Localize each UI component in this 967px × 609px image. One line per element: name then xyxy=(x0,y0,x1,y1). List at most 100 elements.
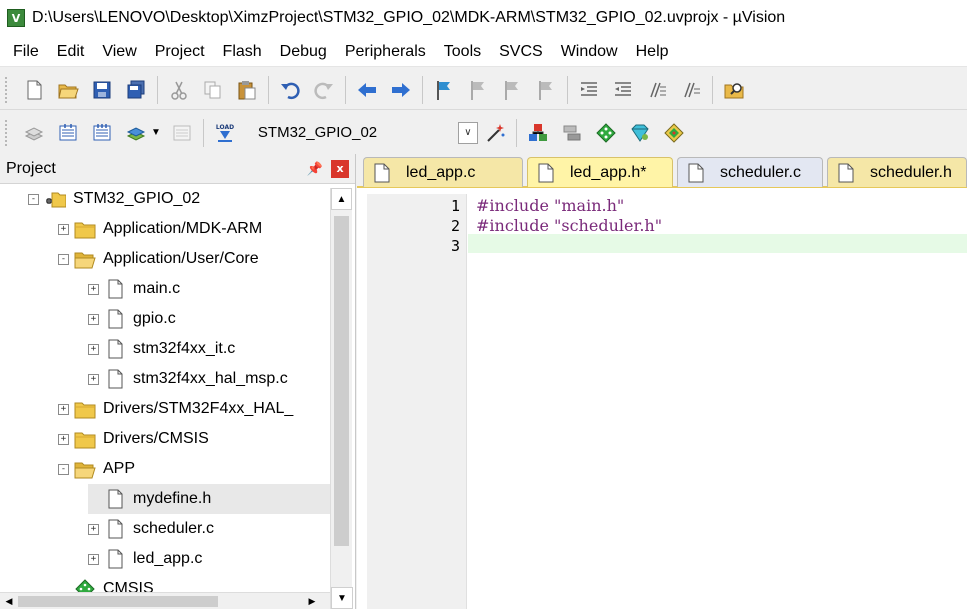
tree-item[interactable]: + stm32f4xx_hal_msp.c xyxy=(88,364,330,394)
close-panel-icon[interactable]: x xyxy=(331,159,349,178)
bookmark-next-icon xyxy=(505,80,518,100)
batch-build-dropdown-arrow[interactable]: ▼ xyxy=(151,127,161,138)
download-button[interactable]: LOAD xyxy=(210,118,240,148)
comment-button[interactable] xyxy=(642,75,672,105)
build-button[interactable] xyxy=(53,118,83,148)
code-line[interactable]: #include "main.h" xyxy=(476,196,624,216)
menu-tools[interactable]: Tools xyxy=(435,36,490,67)
menu-peripherals[interactable]: Peripherals xyxy=(336,36,435,67)
toolbar-grip[interactable] xyxy=(5,119,11,146)
tree-item[interactable]: + Drivers/CMSIS xyxy=(58,424,330,454)
previous-bookmark-button[interactable] xyxy=(463,75,493,105)
project-tree-vertical-scrollbar[interactable]: ▲ ▼ xyxy=(330,188,353,609)
collapse-icon[interactable]: - xyxy=(58,463,69,475)
menu-project[interactable]: Project xyxy=(146,36,214,67)
menu-window[interactable]: Window xyxy=(552,36,627,67)
target-project-icon xyxy=(46,192,66,208)
menu-file[interactable]: File xyxy=(4,36,48,67)
collapse-icon[interactable]: - xyxy=(58,253,69,265)
collapse-icon[interactable]: - xyxy=(28,193,39,205)
file-extensions-button[interactable] xyxy=(523,118,553,148)
manage-rte-button[interactable] xyxy=(625,118,655,148)
code-line[interactable]: #include "scheduler.h" xyxy=(476,216,662,236)
translate-button[interactable] xyxy=(19,118,49,148)
next-bookmark-button[interactable] xyxy=(497,75,527,105)
target-options-button[interactable] xyxy=(480,118,510,148)
navigate-back-button[interactable] xyxy=(352,75,382,105)
new-file-button[interactable] xyxy=(19,75,49,105)
toolbar-grip[interactable] xyxy=(5,76,11,103)
expand-icon[interactable]: + xyxy=(88,283,99,295)
redo-button[interactable] xyxy=(309,75,339,105)
target-dropdown-chevron-icon[interactable]: ∨ xyxy=(457,121,478,144)
code-editor[interactable]: 1 2 3 #include "main.h" #include "schedu… xyxy=(357,188,967,609)
expand-icon[interactable]: + xyxy=(88,313,99,325)
uvision-app-icon[interactable]: V xyxy=(7,9,25,27)
pin-icon[interactable]: 📌 xyxy=(305,161,325,177)
scroll-thumb[interactable] xyxy=(334,216,349,546)
indent-button[interactable] xyxy=(574,75,604,105)
expand-icon[interactable]: + xyxy=(58,433,69,445)
menu-help[interactable]: Help xyxy=(627,36,678,67)
folder-icon xyxy=(73,428,97,450)
menu-flash[interactable]: Flash xyxy=(214,36,271,67)
expand-icon[interactable]: + xyxy=(58,223,69,235)
tree-item[interactable]: + main.c xyxy=(88,274,330,304)
scroll-left-arrow-icon[interactable]: ◀ xyxy=(2,593,16,609)
open-file-button[interactable] xyxy=(53,75,83,105)
tree-item[interactable]: + gpio.c xyxy=(88,304,330,334)
save-all-button[interactable] xyxy=(121,75,151,105)
tab-label: scheduler.h xyxy=(870,163,952,181)
folder-open-icon xyxy=(74,462,96,479)
tree-item[interactable]: - APP xyxy=(58,454,330,484)
menu-view[interactable]: View xyxy=(93,36,145,67)
undo-button[interactable] xyxy=(275,75,305,105)
scroll-down-arrow-icon[interactable]: ▼ xyxy=(331,587,353,609)
scroll-up-arrow-icon[interactable]: ▲ xyxy=(331,188,352,210)
batch-build-button[interactable] xyxy=(121,118,151,148)
tree-item[interactable]: CMSIS xyxy=(58,574,330,594)
clear-bookmarks-button[interactable] xyxy=(531,75,561,105)
manage-multi-project-button[interactable] xyxy=(557,118,587,148)
copy-button[interactable] xyxy=(198,75,228,105)
tab-scheduler-h[interactable]: scheduler.h xyxy=(827,157,967,187)
include-path: "main.h" xyxy=(554,196,625,215)
pack-installer-button[interactable] xyxy=(659,118,689,148)
project-tree-horizontal-scrollbar[interactable]: ◀ ▶ xyxy=(0,592,330,609)
rebuild-button[interactable] xyxy=(87,118,117,148)
cut-button[interactable] xyxy=(164,75,194,105)
menu-edit[interactable]: Edit xyxy=(48,36,94,67)
tree-item[interactable]: + Drivers/STM32F4xx_HAL_ xyxy=(58,394,330,424)
target-selector[interactable]: STM32_GPIO_02 ∨ xyxy=(258,121,478,144)
tab-led-app-c[interactable]: led_app.c xyxy=(363,157,523,187)
navigate-forward-button[interactable] xyxy=(386,75,416,105)
menu-svcs[interactable]: SVCS xyxy=(490,36,552,67)
horizontal-scroll-thumb[interactable] xyxy=(18,596,218,607)
insert-bookmark-button[interactable] xyxy=(429,75,459,105)
tree-item[interactable]: - Application/User/Core xyxy=(58,244,330,274)
tab-scheduler-c[interactable]: scheduler.c xyxy=(677,157,823,187)
menu-debug[interactable]: Debug xyxy=(271,36,336,67)
expand-icon[interactable]: + xyxy=(88,523,99,535)
folder-icon xyxy=(74,222,96,239)
select-packs-button[interactable] xyxy=(591,118,621,148)
tree-item[interactable]: + stm32f4xx_it.c xyxy=(88,334,330,364)
scroll-right-arrow-icon[interactable]: ▶ xyxy=(305,593,319,609)
expand-icon[interactable]: + xyxy=(88,373,99,385)
unindent-button[interactable] xyxy=(608,75,638,105)
expand-icon[interactable]: + xyxy=(88,343,99,355)
tree-item[interactable]: mydefine.h xyxy=(88,484,330,514)
stop-build-button[interactable] xyxy=(167,118,197,148)
tree-item[interactable]: + led_app.c xyxy=(88,544,330,574)
tree-item[interactable]: - STM32_GPIO_02 xyxy=(28,184,330,214)
expand-icon[interactable]: + xyxy=(88,553,99,565)
tab-label: led_app.c xyxy=(406,163,476,181)
save-button[interactable] xyxy=(87,75,117,105)
expand-icon[interactable]: + xyxy=(58,403,69,415)
uncomment-button[interactable] xyxy=(676,75,706,105)
find-in-files-button[interactable] xyxy=(719,75,749,105)
paste-button[interactable] xyxy=(232,75,262,105)
tree-item[interactable]: + scheduler.c xyxy=(88,514,330,544)
tree-item[interactable]: + Application/MDK-ARM xyxy=(58,214,330,244)
tab-led-app-h[interactable]: led_app.h* xyxy=(527,157,673,187)
